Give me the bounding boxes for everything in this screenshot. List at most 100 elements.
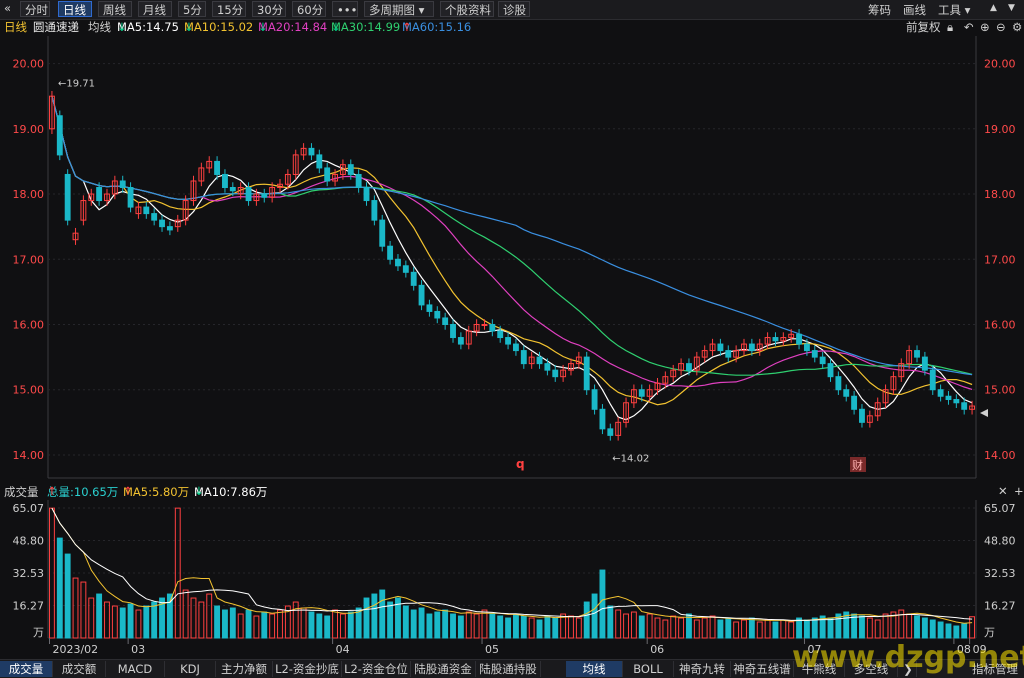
tab-bull-bear[interactable]: 牛熊线: [794, 661, 845, 677]
tab-monthly[interactable]: 月线: [138, 1, 172, 17]
candle-down: [638, 389, 645, 397]
tab-turnover[interactable]: 成交额: [53, 661, 106, 677]
tab-weekly[interactable]: 周线: [98, 1, 132, 17]
candle-down: [457, 337, 464, 345]
price-y-tick-right: 17.00: [984, 253, 1016, 266]
x-tick-label: 2023/02: [52, 643, 98, 656]
volume-bar-down: [599, 569, 606, 639]
price-y-tick-left: 19.00: [13, 123, 45, 136]
undo-icon[interactable]: ↶: [964, 19, 974, 36]
candle-down: [859, 408, 865, 423]
tab-60min[interactable]: 60分: [292, 1, 326, 17]
settings-icon[interactable]: ⚙: [1012, 19, 1022, 36]
x-tick-label: 04: [336, 643, 350, 656]
volume-bar-down: [489, 613, 496, 639]
adjust-button[interactable]: 前复权: [906, 19, 941, 36]
tab-nine[interactable]: 神奇九转: [674, 661, 731, 677]
tab-ma[interactable]: 均线: [566, 661, 623, 677]
candle-down: [371, 200, 378, 221]
volume-bar-down: [363, 597, 370, 639]
back-icon[interactable]: «: [4, 1, 11, 15]
candle-down: [229, 187, 236, 192]
down-arrow-icon: ↓: [331, 20, 341, 34]
zoom-in-icon[interactable]: ⊕: [980, 19, 990, 36]
volume-bar-up: [111, 605, 118, 639]
candle-down: [552, 369, 559, 378]
candle-down: [379, 219, 386, 247]
volume-bar-up: [741, 619, 747, 639]
stock-info-button[interactable]: 个股资料: [440, 1, 494, 17]
multi-period-button[interactable]: 多周期图 ▾: [364, 1, 434, 17]
candle-down: [748, 343, 755, 352]
lock-icon[interactable]: 🔒︎: [947, 19, 953, 36]
volume-bar-down: [127, 603, 134, 639]
ma10-line: [51, 96, 973, 406]
tab-boll[interactable]: BOLL: [623, 661, 674, 677]
candle-down: [119, 180, 126, 189]
volume-bar-down: [379, 589, 386, 639]
close-icon[interactable]: ✕: [998, 484, 1008, 498]
volume-chart[interactable]: 65.07 65.07 48.80 48.80 32.53 32.53 16.27 16.27…: [0, 500, 1024, 658]
tab-indicator-manage[interactable]: 指标管理: [966, 661, 1024, 677]
volume-bar-up: [481, 609, 488, 639]
volume-bar-down: [717, 619, 724, 639]
candle-down: [434, 310, 441, 319]
tab-hk-hold[interactable]: 陆股通持股: [476, 661, 541, 677]
x-tick-label: 03: [131, 643, 145, 656]
event-q-marker: q: [516, 457, 525, 471]
candle-down: [717, 343, 724, 352]
top-toolbar: « 分时 日线 周线 月线 5分 15分 30分 60分 ••• 多周期图 ▾ …: [0, 0, 1024, 20]
tab-five-line[interactable]: 神奇五线谱: [731, 661, 794, 677]
tab-main-net[interactable]: 主力净额: [216, 661, 273, 677]
tab-hk-fund[interactable]: 陆股通资金: [411, 661, 476, 677]
tab-kdj[interactable]: KDJ: [165, 661, 216, 677]
tab-l2-position[interactable]: L2-资金仓位: [342, 661, 411, 677]
vol-y-tick-right: 65.07: [984, 502, 1016, 515]
zoom-out-icon[interactable]: ⊖: [996, 19, 1006, 36]
tools-button[interactable]: 工具 ▾: [938, 2, 970, 18]
vol-y-tick-left: 65.07: [13, 502, 45, 515]
volume-bar-down: [520, 615, 527, 639]
price-y-tick-right: 20.00: [984, 58, 1016, 71]
more-periods-button[interactable]: •••: [332, 1, 358, 17]
tab-5min[interactable]: 5分: [178, 1, 206, 17]
volume-bar-down: [748, 617, 755, 639]
ma5-line: [51, 96, 973, 421]
tab-l2-bottom[interactable]: L2-资金抄底: [273, 661, 342, 677]
chips-button[interactable]: 筹码: [868, 2, 891, 18]
volume-bar-up: [646, 613, 653, 639]
draw-button[interactable]: 画线: [903, 2, 926, 18]
scroll-down-icon[interactable]: ▼: [1008, 3, 1015, 13]
volume-bar-up: [332, 609, 338, 639]
volume-bar-down: [434, 611, 441, 639]
indicator-label[interactable]: 均线: [88, 19, 111, 36]
volume-bar-down: [512, 613, 519, 639]
volume-bar-up: [339, 613, 346, 639]
volume-bar-down: [214, 605, 221, 639]
tab-fenshi[interactable]: 分时: [20, 1, 50, 17]
price-chart[interactable]: 20.00 20.00 19.00 19.00 18.00 18.00 17.00 17.00…: [0, 36, 1024, 480]
volume-bar-down: [914, 615, 920, 639]
candle-down: [395, 258, 401, 267]
volume-bar-up: [662, 619, 669, 639]
candle-down: [222, 173, 228, 189]
candle-down: [497, 330, 504, 339]
volume-bar-up: [670, 615, 677, 639]
tab-daily[interactable]: 日线: [58, 1, 92, 17]
scroll-up-icon[interactable]: ▲: [990, 3, 997, 13]
tab-30min[interactable]: 30分: [252, 1, 286, 17]
volume-bar-down: [725, 617, 732, 639]
scroll-right-icon[interactable]: ❯: [900, 661, 917, 677]
tab-macd[interactable]: MACD: [106, 661, 165, 677]
tab-15min[interactable]: 15分: [212, 1, 246, 17]
volume-bar-down: [410, 609, 417, 639]
tab-long-short[interactable]: 多空线: [845, 661, 898, 677]
candle-down: [827, 363, 834, 378]
volume-bar-down: [811, 617, 818, 639]
add-icon[interactable]: +: [1014, 484, 1024, 498]
price-y-tick-left: 14.00: [13, 449, 45, 462]
diagnose-button[interactable]: 诊股: [498, 1, 530, 17]
up-arrow-icon: ↑: [47, 484, 57, 498]
tab-volume[interactable]: 成交量: [0, 661, 53, 677]
x-tick-label: 09: [973, 643, 987, 656]
